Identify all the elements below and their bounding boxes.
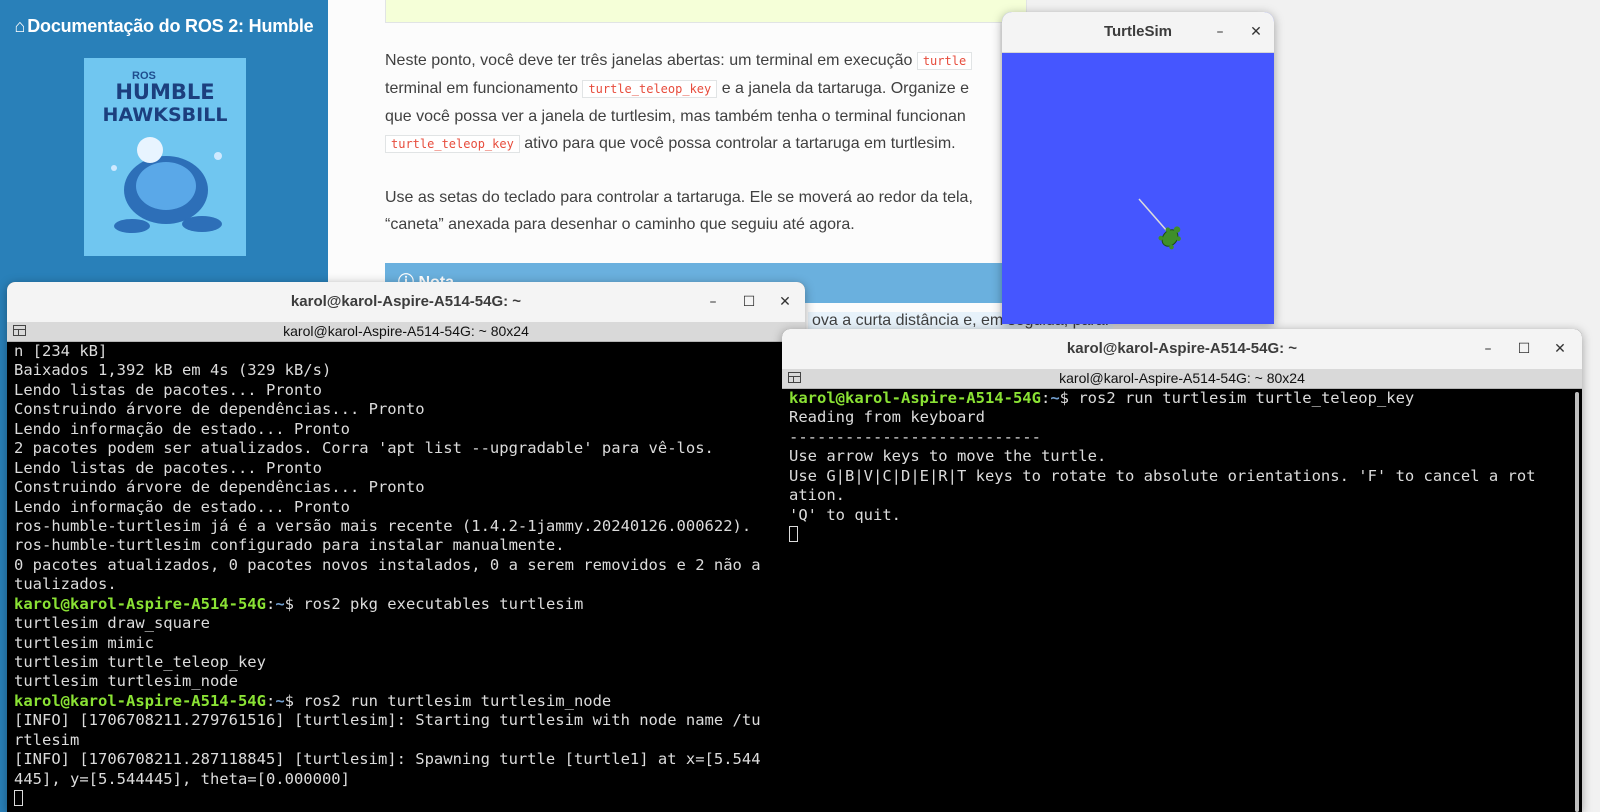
terminal-line: Construindo árvore de dependências... Pr… [14, 400, 425, 419]
terminal-line: --------------------------- [789, 427, 1041, 446]
terminal-line: karol@karol-Aspire-A514-54G:~$ ros2 pkg … [7, 595, 805, 614]
terminal-line: [INFO] [1706708211.279761516] [turtlesim… [14, 711, 761, 730]
inline-code: turtle_teleop_key [385, 135, 520, 153]
terminal-line: Lendo informação de estado... Pronto [14, 497, 350, 516]
turtle-canvas [1002, 53, 1274, 324]
text-cursor [789, 526, 798, 543]
prompt-path: ~ [275, 691, 285, 710]
terminal-line: n [234 kB] [14, 342, 108, 360]
cursor-line [782, 525, 1582, 544]
terminal-titlebar[interactable]: karol@karol-Aspire-A514-54G: ~ – ☐ ✕ [782, 329, 1582, 370]
tab-title: karol@karol-Aspire-A514-54G: ~ 80x24 [283, 323, 529, 339]
terminal-line: Lendo listas de pacotes... Pronto [14, 458, 322, 477]
prompt-user: karol@karol-Aspire-A514-54G [789, 389, 1041, 407]
site-title-link[interactable]: ⌂ Documentação do ROS 2: Humble [0, 16, 328, 37]
cursor-line [7, 789, 805, 808]
turtlesim-titlebar[interactable]: TurtleSim – ✕ [1002, 12, 1274, 53]
pen-trail [1138, 198, 1168, 232]
terminal-line: Use arrow keys to move the turtle. [789, 447, 1107, 466]
terminal-output[interactable]: karol@karol-Aspire-A514-54G:~$ ros2 run … [782, 389, 1582, 812]
terminal-line: Construindo árvore de dependências... Pr… [14, 478, 425, 497]
prompt-colon: : [1040, 389, 1051, 407]
terminal-window-turtlesim-node[interactable]: karol@karol-Aspire-A514-54G: ~ – ☐ ✕ kar… [7, 282, 805, 812]
minimize-button[interactable]: – [701, 290, 725, 314]
terminal-line: Reading from keyboard [789, 408, 985, 427]
terminal-line: Baixados 1,392 kB em 4s (329 kB/s) [14, 361, 332, 380]
terminal-titlebar[interactable]: karol@karol-Aspire-A514-54G: ~ – ☐ ✕ [7, 282, 805, 323]
maximize-button[interactable]: ☐ [1512, 337, 1536, 361]
terminal-line: turtlesim mimic [14, 633, 154, 652]
turtle-mascot-icon [111, 137, 222, 233]
command-text: $ ros2 run turtlesim turtle_teleop_key [1059, 389, 1415, 407]
terminal-line: Lendo listas de pacotes... Pronto [14, 380, 322, 399]
terminal-line: rtlesim [14, 730, 80, 749]
prompt-user: karol@karol-Aspire-A514-54G [14, 691, 266, 710]
maximize-button[interactable]: ☐ [737, 290, 761, 314]
minimize-button[interactable]: – [1476, 337, 1500, 361]
humble-hawksbill-logo[interactable]: ROS HUMBLE HAWKSBILL [84, 58, 246, 256]
text-cursor [14, 790, 23, 807]
terminal-tab[interactable]: karol@karol-Aspire-A514-54G: ~ 80x24 [782, 369, 1582, 389]
close-button[interactable]: ✕ [1548, 337, 1572, 361]
turtlesim-window[interactable]: TurtleSim – ✕ [1002, 12, 1274, 324]
terminal-line: 0 pacotes atualizados, 0 pacotes novos i… [14, 555, 761, 574]
terminal-line: turtlesim turtle_teleop_key [14, 653, 266, 671]
terminal-line: karol@karol-Aspire-A514-54G:~$ ros2 run … [782, 389, 1582, 408]
terminal-line: turtlesim draw_square [14, 614, 210, 633]
terminal-line: [INFO] [1706708211.287118845] [turtlesim… [14, 750, 761, 769]
prompt-user: karol@karol-Aspire-A514-54G [14, 594, 266, 613]
tab-title: karol@karol-Aspire-A514-54G: ~ 80x24 [1059, 370, 1305, 386]
inline-code: turtle [916, 52, 973, 70]
minimize-button[interactable]: – [1208, 20, 1232, 44]
code-block [385, 0, 1027, 23]
close-button[interactable]: ✕ [773, 290, 797, 314]
window-title: karol@karol-Aspire-A514-54G: ~ [1066, 340, 1298, 357]
terminal-scrollbar[interactable] [1575, 392, 1579, 812]
instructions-paragraph: Neste ponto, você deve ter três janelas … [385, 47, 1005, 158]
command-text: $ ros2 pkg executables turtlesim [284, 594, 584, 613]
terminal-line: karol@karol-Aspire-A514-54G:~$ ros2 run … [7, 692, 805, 711]
window-title: TurtleSim [1103, 23, 1173, 40]
prompt-colon: : [265, 691, 276, 710]
terminal-line: 445], y=[5.544445], theta=[0.000000] [14, 769, 350, 788]
prompt-path: ~ [275, 594, 285, 613]
terminal-line: tualizados. [14, 575, 117, 594]
window-title: karol@karol-Aspire-A514-54G: ~ [290, 293, 522, 310]
prompt-path: ~ [1050, 389, 1060, 407]
terminal-line: ros-humble-turtlesim configurado para in… [14, 536, 565, 555]
terminal-window-teleop[interactable]: karol@karol-Aspire-A514-54G: ~ – ☐ ✕ kar… [782, 329, 1582, 812]
terminal-tab[interactable]: karol@karol-Aspire-A514-54G: ~ 80x24 [7, 322, 805, 342]
terminal-line: 2 pacotes podem ser atualizados. Corra '… [14, 439, 714, 458]
terminal-line: ros-humble-turtlesim já é a versão mais … [14, 516, 752, 535]
inline-code: turtle_teleop_key [582, 80, 718, 98]
terminal-line: turtlesim turtlesim_node [14, 672, 238, 691]
home-icon: ⌂ [14, 16, 26, 36]
close-button[interactable]: ✕ [1244, 20, 1268, 44]
command-text: $ ros2 run turtlesim turtlesim_node [284, 691, 612, 710]
terminal-line: Lendo informação de estado... Pronto [14, 419, 350, 438]
turtle-drawing [1138, 198, 1181, 250]
terminal-output[interactable]: n [234 kB] Baixados 1,392 kB em 4s (329 k… [7, 342, 805, 812]
arrow-keys-paragraph: Use as setas do teclado para controlar a… [385, 189, 973, 233]
terminal-line: ation. [789, 486, 845, 505]
terminal-line: Use G|B|V|C|D|E|R|T keys to rotate to ab… [789, 466, 1536, 485]
terminal-line: 'Q' to quit. [789, 505, 901, 524]
prompt-colon: : [265, 594, 276, 613]
